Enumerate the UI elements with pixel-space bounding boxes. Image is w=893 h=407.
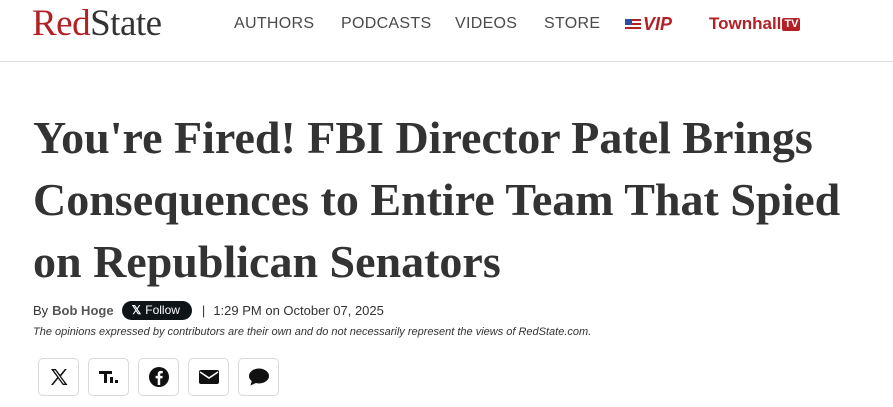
follow-button[interactable]: 𝕏 Follow	[121, 300, 192, 320]
townhall-label: Townhall	[709, 14, 782, 33]
x-icon	[49, 367, 69, 387]
facebook-icon	[148, 366, 170, 388]
author-link[interactable]: Bob Hoge	[52, 303, 113, 318]
by-prefix: By	[33, 302, 49, 318]
nav-authors[interactable]: AUTHORS	[234, 14, 314, 34]
publish-time: 1:29 PM on October 07, 2025	[213, 302, 384, 318]
logo-state-part: State	[90, 3, 162, 44]
tv-badge: TV	[782, 17, 801, 31]
nav-vip[interactable]: VIP	[625, 13, 672, 35]
site-logo[interactable]: RedState	[32, 4, 162, 44]
follow-label: Follow	[145, 303, 180, 317]
byline-separator: |	[201, 302, 206, 318]
share-truth-social-button[interactable]	[88, 358, 129, 396]
logo-red-part: Red	[32, 3, 91, 44]
share-facebook-button[interactable]	[138, 358, 179, 396]
email-icon	[198, 368, 220, 386]
share-buttons	[38, 358, 279, 396]
site-header: RedState AUTHORS PODCASTS VIDEOS STORE V…	[0, 0, 893, 62]
nav-podcasts[interactable]: PODCASTS	[341, 14, 431, 34]
comment-icon	[248, 367, 270, 387]
vip-label: VIP	[643, 14, 673, 34]
article-headline: You're Fired! FBI Director Patel Brings …	[33, 112, 841, 287]
us-flag-icon	[625, 18, 641, 30]
x-logo-icon: 𝕏	[131, 303, 142, 317]
nav-store[interactable]: STORE	[544, 14, 600, 34]
share-comment-button[interactable]	[238, 358, 279, 396]
nav-townhall-tv[interactable]: Townhall TV	[709, 13, 801, 35]
byline: By Bob Hoge 𝕏 Follow | 1:29 PM on Octobe…	[33, 300, 384, 320]
opinion-disclaimer: The opinions expressed by contributors a…	[33, 326, 592, 338]
share-email-button[interactable]	[188, 358, 229, 396]
nav-videos[interactable]: VIDEOS	[455, 14, 517, 34]
share-x-button[interactable]	[38, 358, 79, 396]
truth-social-icon	[98, 368, 120, 386]
